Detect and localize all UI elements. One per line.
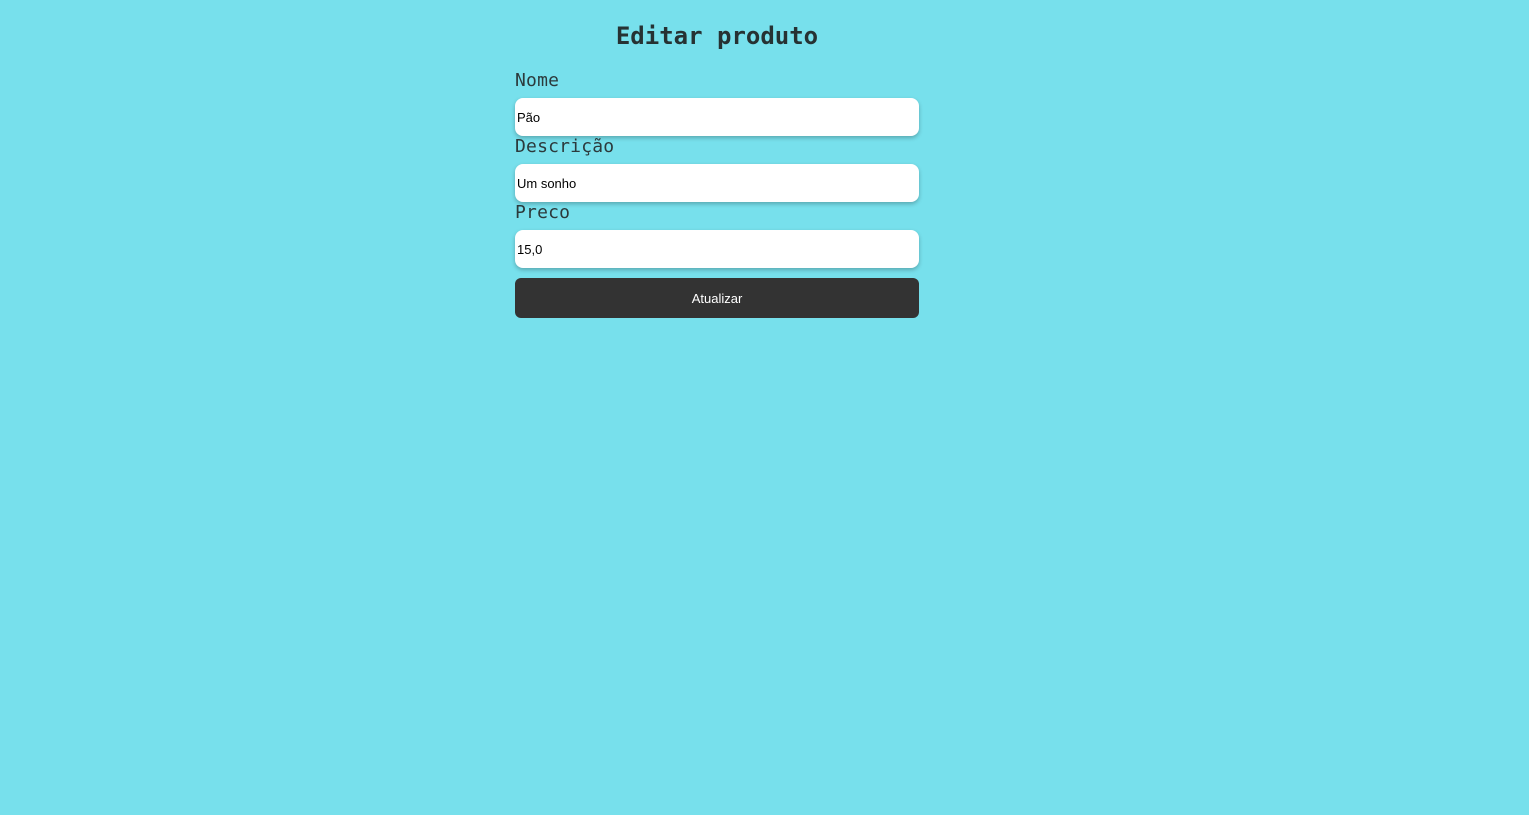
update-button[interactable]: Atualizar [515, 278, 919, 318]
price-label: Preco [515, 202, 571, 223]
description-input[interactable] [515, 164, 919, 202]
description-label: Descrição [515, 136, 615, 157]
name-label: Nome [515, 70, 560, 91]
page: Editar produto Nome Descrição Preco Atua… [0, 0, 1529, 815]
price-input[interactable] [515, 230, 919, 268]
name-input[interactable] [515, 98, 919, 136]
page-title: Editar produto [615, 22, 819, 50]
